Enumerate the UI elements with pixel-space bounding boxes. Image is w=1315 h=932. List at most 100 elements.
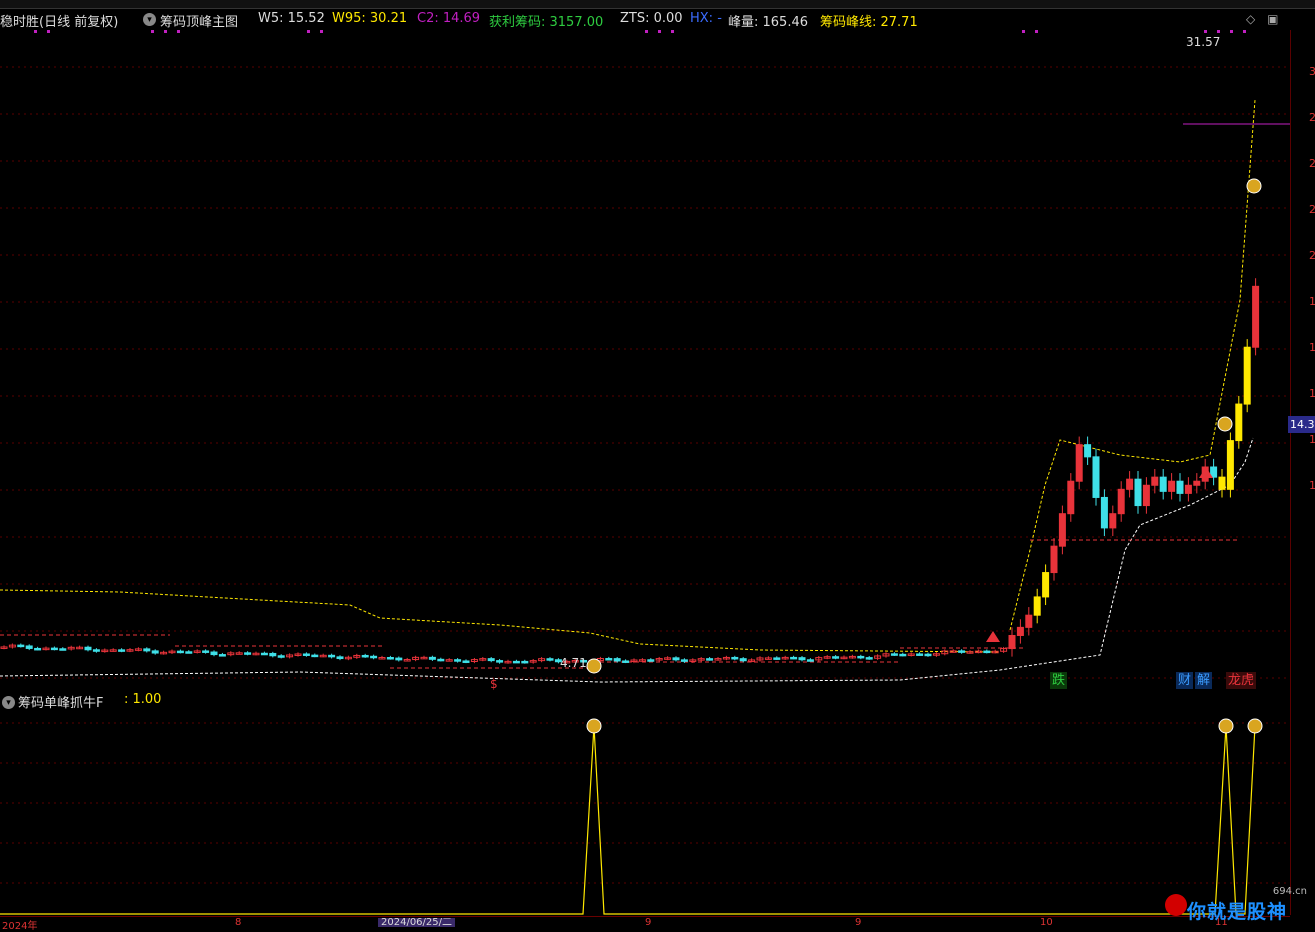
candle-body [1210, 466, 1218, 478]
candle-body [151, 650, 159, 654]
candle-body [924, 653, 932, 657]
top-menu-bar [0, 0, 1315, 9]
candle-body [512, 660, 520, 664]
signal-line [0, 725, 1256, 915]
candle-body [958, 650, 966, 653]
candle-body [50, 647, 58, 651]
candle-body [218, 654, 226, 657]
candle-body [1134, 478, 1142, 507]
candle-body [706, 658, 714, 661]
peak-line-rise [1009, 99, 1256, 631]
price-axis-tick: 1 [1309, 479, 1315, 492]
candle-body [25, 645, 33, 649]
peak-line [0, 589, 1001, 653]
date-axis-m3: 9 [855, 917, 862, 928]
peak-volume-value: 峰量: 165.46 [728, 15, 808, 30]
candle-body [613, 658, 621, 662]
watermark-text: 你就是股神 [1187, 901, 1288, 923]
profit-chips-value: 获利筹码: 3157.00 [489, 15, 604, 30]
candle-body [386, 657, 394, 660]
candle-body [361, 654, 369, 658]
top-dot [177, 30, 180, 33]
candle-body [857, 655, 865, 659]
candle-body [143, 648, 151, 652]
candle-body [731, 656, 739, 660]
price-axis: 3 2 2 2 2 1 1 1 1 1 [1290, 30, 1315, 915]
candle-body [176, 650, 184, 654]
money-bag-icon [1246, 178, 1262, 194]
candle-body [210, 651, 218, 656]
candle-body [1193, 480, 1201, 486]
candle-body [496, 660, 504, 663]
price-axis-tick: 2 [1309, 111, 1315, 124]
event-unlock-tag[interactable]: 解 [1195, 672, 1213, 689]
top-dot [1243, 30, 1246, 33]
sub-indicator-chart[interactable] [0, 708, 1290, 918]
date-axis-m4: 10 [1040, 917, 1053, 928]
event-finance-tag[interactable]: 财 [1176, 672, 1194, 689]
c2-value: C2: 14.69 [417, 11, 481, 26]
peak-line-value: 筹码峰线: 27.71 [820, 15, 918, 30]
money-bag-icon [1217, 416, 1233, 432]
top-dot [671, 30, 674, 33]
maximize-icon[interactable]: ▣ [1267, 12, 1278, 26]
candle-body [1025, 614, 1033, 628]
candle-body [202, 650, 210, 653]
candle-body [1008, 634, 1016, 650]
candle-body [546, 658, 554, 661]
candle-body [605, 658, 613, 661]
sub-indicator-value: : 1.00 [124, 692, 162, 707]
stock-title: 稳时胜(日线 前复权) [0, 15, 119, 30]
current-price-tag: 14.3 [1288, 416, 1315, 433]
price-axis-tick: 2 [1309, 203, 1315, 216]
candle-body [260, 652, 268, 656]
date-axis-m2: 9 [645, 917, 652, 928]
candle-body [59, 648, 67, 651]
top-dot [164, 30, 167, 33]
diamond-icon[interactable]: ◇ [1246, 12, 1255, 26]
candle-body [1159, 476, 1167, 492]
candle-body [454, 659, 462, 662]
watermark-site: 694.cn [1272, 886, 1307, 897]
candle-body [739, 658, 747, 662]
low-label: 4.71 [560, 656, 587, 670]
candle-body [84, 646, 92, 651]
candle-body [17, 644, 25, 648]
candle-body [1109, 513, 1117, 529]
indicator-menu-icon[interactable]: ▾ [143, 13, 156, 26]
price-axis-tick: 2 [1309, 249, 1315, 262]
top-dot [307, 30, 310, 33]
price-axis-tick: 2 [1309, 157, 1315, 170]
candle-body [521, 660, 529, 664]
w5-value: W5: 15.52 [258, 11, 325, 26]
candle-body [428, 656, 436, 660]
top-dot [1204, 30, 1207, 33]
candle-body [437, 658, 445, 662]
event-rank-tag[interactable]: 龙虎 [1226, 672, 1257, 689]
top-dot [320, 30, 323, 33]
support-line [0, 437, 1254, 683]
candle-body [269, 652, 277, 657]
candle-body [336, 656, 344, 660]
event-fall-tag[interactable]: 跌 [1050, 672, 1068, 689]
candlestick-chart[interactable]: 31.57 4.71 [0, 30, 1290, 690]
price-axis-tick: 1 [1309, 433, 1315, 446]
candle-body [311, 654, 319, 658]
indicator-name[interactable]: 筹码顶峰主图 [160, 11, 238, 30]
top-dot [1022, 30, 1025, 33]
candle-body [773, 657, 781, 660]
candle-body [622, 660, 630, 663]
candle-body [899, 653, 907, 657]
candle-body [34, 647, 42, 651]
candle-body [916, 653, 924, 656]
watermark-logo-icon [1165, 894, 1187, 916]
candle-body [983, 650, 991, 654]
candle-body [185, 651, 193, 654]
price-axis-tick: 1 [1309, 387, 1315, 400]
top-dot [1217, 30, 1220, 33]
candle-body [1226, 440, 1234, 490]
candle-body [1235, 403, 1243, 442]
candle-body [1042, 572, 1050, 598]
candle-body [1016, 626, 1024, 636]
candle-body [1252, 285, 1260, 348]
